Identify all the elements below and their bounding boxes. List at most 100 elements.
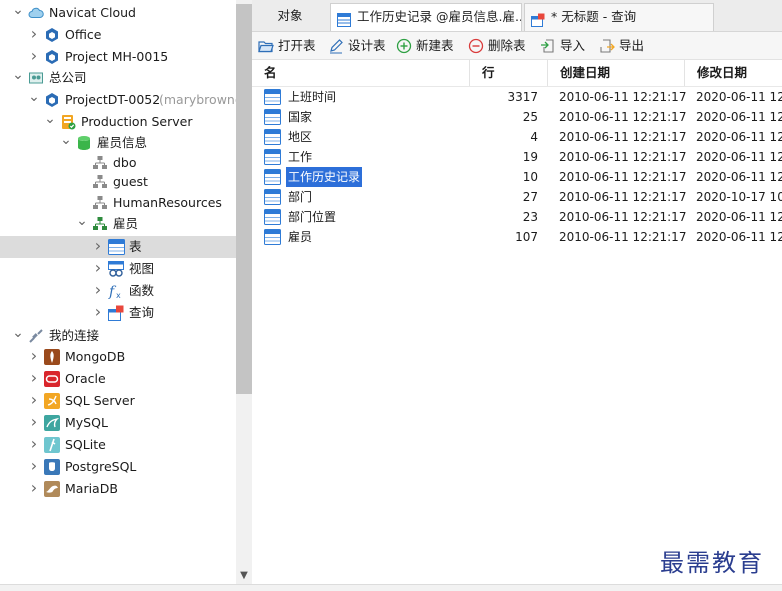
chevron-down-icon[interactable]: ⌄ (28, 89, 40, 105)
tree-item[interactable]: guest (0, 171, 236, 193)
sqlserver-icon (44, 393, 60, 409)
toolbar: 打开表 设计表 新建表 删除表 导入 导出 (252, 32, 782, 60)
chevron-right-icon[interactable]: › (92, 280, 104, 300)
column-header-created[interactable]: 创建日期 (548, 60, 685, 86)
svg-text:x: x (116, 291, 121, 299)
tree-item[interactable]: › MongoDB (0, 346, 236, 368)
modified-date: 2020-06-11 12:21 (696, 90, 782, 104)
table-row[interactable]: 部门位置 23 2010-06-11 12:21:17 2020-06-11 12:2… (252, 207, 782, 227)
tree-item[interactable]: ⌄ Navicat Cloud (0, 2, 236, 24)
chevron-down-icon[interactable]: ⌄ (12, 325, 24, 341)
query-icon (108, 305, 124, 321)
chevron-right-icon[interactable]: › (92, 258, 104, 278)
chevron-down-icon[interactable]: ⌄ (60, 132, 72, 148)
mongodb-icon (44, 349, 60, 365)
schema-icon (92, 195, 108, 211)
tree-item[interactable]: › 视图 (0, 258, 236, 280)
tree-item[interactable]: ⌄ 我的连接 (0, 325, 236, 347)
table-name: 地区 (288, 130, 313, 144)
tree-item[interactable]: › Office (0, 24, 236, 46)
tree-item[interactable]: ⌄ 总公司 (0, 67, 236, 89)
add-circle-icon (396, 38, 412, 54)
sidebar-scrollbar[interactable]: ▼ (236, 0, 252, 590)
schema-icon (92, 155, 108, 171)
tree-item[interactable]: › Oracle (0, 368, 236, 390)
oracle-icon (44, 371, 60, 387)
tree-item[interactable]: › MariaDB (0, 478, 236, 500)
postgresql-icon (44, 459, 60, 475)
table-row[interactable]: 地区 4 2010-06-11 12:21:17 2020-06-11 12:21 (252, 127, 782, 147)
server-icon (60, 114, 76, 130)
chevron-right-icon[interactable]: › (28, 412, 40, 432)
tab-untitled-query[interactable]: * 无标题 - 查询 (524, 3, 714, 31)
table-icon (264, 129, 281, 145)
tree-item[interactable]: › SQL Server (0, 390, 236, 412)
table-icon (264, 169, 281, 185)
chevron-right-icon[interactable]: › (92, 302, 104, 322)
tree-item[interactable]: › SQLite (0, 434, 236, 456)
tab-work-history[interactable]: 工作历史记录 @雇员信息.雇... (330, 3, 522, 31)
table-row[interactable]: 工作 19 2010-06-11 12:21:17 2020-06-11 12:21 (252, 147, 782, 167)
tree-item-label: PostgreSQL (65, 459, 137, 474)
row-count: 25 (522, 110, 538, 124)
tree-item-label: 查询 (129, 305, 155, 320)
tree-item[interactable]: ⌄ 雇员信息 (0, 132, 236, 154)
column-header-name[interactable]: 名 (252, 60, 470, 86)
chevron-right-icon[interactable]: › (28, 368, 40, 388)
table-name: 工作历史记录 (286, 167, 363, 187)
tree-item-label: ProjectDT-0052 (65, 92, 161, 107)
tree-item[interactable]: ⌄ ProjectDT-0052 (marybrown@ (0, 89, 247, 111)
tree-item[interactable]: › PostgreSQL (0, 456, 236, 478)
tree-item[interactable]: › MySQL (0, 412, 236, 434)
modified-date: 2020-06-11 12:21 (696, 150, 782, 164)
table-row[interactable]: 国家 25 2010-06-11 12:21:17 2020-06-11 12:21 (252, 107, 782, 127)
column-header-rows[interactable]: 行 (470, 60, 548, 86)
tree-item-label: Office (65, 27, 102, 42)
tree-item[interactable]: ⌄ 雇员 (0, 213, 236, 235)
chevron-right-icon[interactable]: › (92, 236, 104, 256)
table-row[interactable]: 部门 27 2010-06-11 12:21:17 2020-10-17 10:55 (252, 187, 782, 207)
chevron-right-icon[interactable]: › (28, 456, 40, 476)
schema-icon (92, 174, 108, 190)
chevron-down-icon[interactable]: ⌄ (76, 213, 88, 229)
export-label: 导出 (619, 38, 645, 53)
tree-item-user: (marybrown@ (159, 92, 248, 107)
chevron-right-icon[interactable]: › (28, 390, 40, 410)
delete-table-label: 删除表 (488, 38, 526, 53)
sidebar-scrollbar-thumb[interactable] (236, 4, 252, 394)
new-table-label: 新建表 (416, 38, 454, 53)
table-icon (264, 89, 281, 105)
tab-objects[interactable]: 对象 (252, 3, 328, 31)
chevron-right-icon[interactable]: › (28, 46, 40, 66)
chevron-right-icon[interactable]: › (28, 434, 40, 454)
cloud-icon (28, 5, 44, 21)
export-icon (599, 38, 615, 54)
created-date: 2010-06-11 12:21:17 (559, 90, 687, 104)
tree-item-label: Project MH-0015 (65, 49, 169, 64)
column-header-modified[interactable]: 修改日期 (685, 60, 782, 86)
tree-item-label: MySQL (65, 415, 108, 430)
chevron-down-icon[interactable]: ⌄ (12, 67, 24, 83)
tree-item[interactable]: › Project MH-0015 (0, 46, 236, 68)
table-row[interactable]: 工作历史记录 10 2010-06-11 12:21:17 2020-06-11 12… (252, 167, 782, 187)
table-icon (264, 109, 281, 125)
tree-item[interactable]: › f x 函数 (0, 280, 236, 302)
table-header: 名 行 创建日期 修改日期 (252, 60, 782, 87)
created-date: 2010-06-11 12:21:17 (559, 130, 687, 144)
created-date: 2010-06-11 12:21:17 (559, 230, 687, 244)
chevron-down-icon[interactable]: ⌄ (44, 111, 56, 127)
tree-item[interactable]: › 表 (0, 236, 236, 258)
chevron-right-icon[interactable]: › (28, 478, 40, 498)
chevron-right-icon[interactable]: › (28, 346, 40, 366)
scroll-down-arrow-icon[interactable]: ▼ (236, 570, 252, 582)
tree-item[interactable]: › 查询 (0, 302, 236, 324)
tree-item[interactable]: HumanResources (0, 192, 236, 214)
modified-date: 2020-06-11 12:21 (696, 170, 782, 184)
tree-item[interactable]: ⌄ Production Server (0, 111, 236, 133)
chevron-down-icon[interactable]: ⌄ (12, 2, 24, 18)
table-row[interactable]: 雇员 107 2010-06-11 12:21:17 2020-06-11 12:21 (252, 227, 782, 247)
modified-date: 2020-06-11 12:21 (696, 230, 782, 244)
open-table-label: 打开表 (278, 38, 316, 53)
chevron-right-icon[interactable]: › (28, 24, 40, 44)
table-row[interactable]: 上班时间 3317 2010-06-11 12:21:17 2020-06-11 12… (252, 87, 782, 107)
